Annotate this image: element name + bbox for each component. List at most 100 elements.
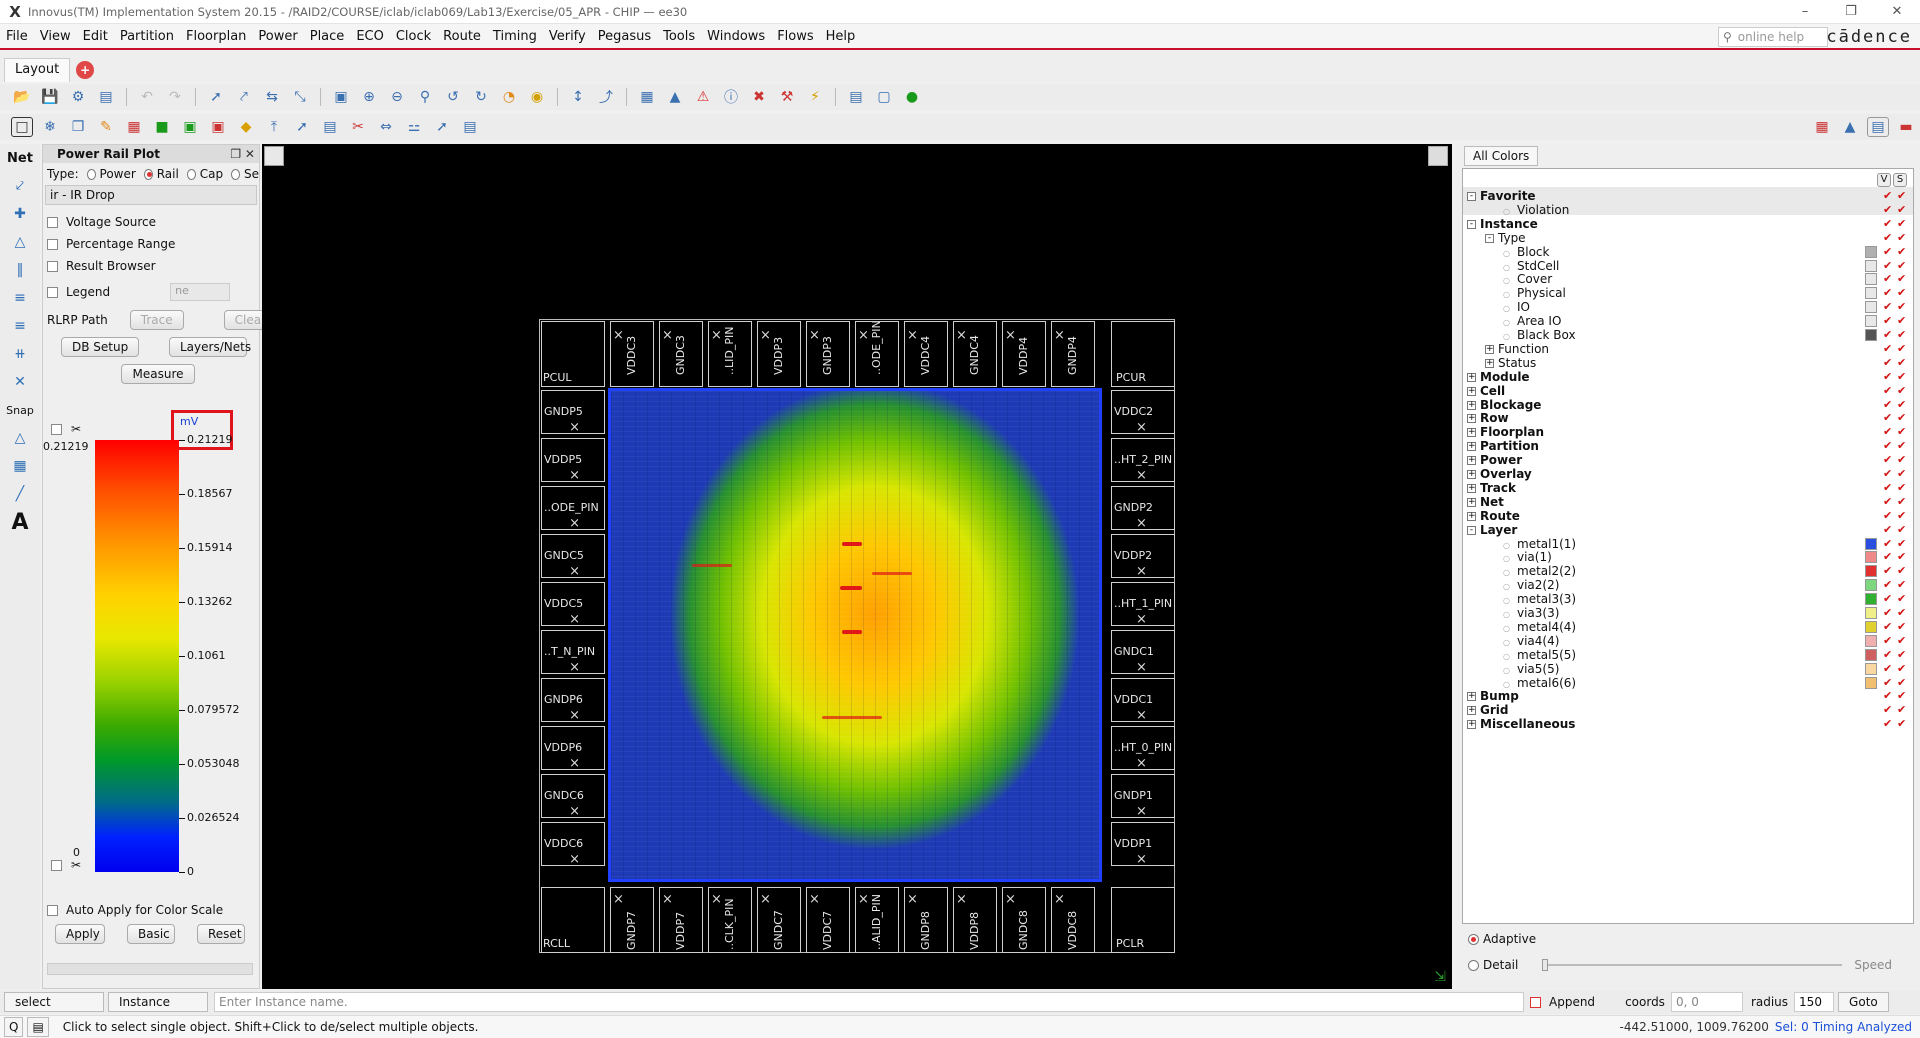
- visible-checkbox[interactable]: ✔: [1883, 301, 1893, 312]
- tree-item-metal3-3[interactable]: ○ metal3(3) ✔ ✔: [1463, 592, 1913, 606]
- layer-color-swatch[interactable]: [1865, 537, 1877, 550]
- tree-item-physical[interactable]: ○ Physical ✔ ✔: [1463, 286, 1913, 300]
- selectable-checkbox[interactable]: ✔: [1897, 273, 1907, 284]
- tree-item-route[interactable]: + Route ✔ ✔: [1463, 509, 1913, 523]
- menu-timing[interactable]: Timing: [487, 29, 543, 44]
- layer-color-swatch[interactable]: [1865, 329, 1877, 341]
- io-pad-left[interactable]: ..ODE_PIN ×: [541, 486, 605, 530]
- fill-icon[interactable]: ▤: [459, 117, 481, 137]
- save-icon[interactable]: 💾: [39, 87, 61, 107]
- visible-checkbox[interactable]: ✔: [1883, 704, 1893, 715]
- tree-item-overlay[interactable]: + Overlay ✔ ✔: [1463, 467, 1913, 481]
- type-rail-radio[interactable]: [143, 168, 153, 180]
- io-pad-top[interactable]: VDDC3 ×: [610, 321, 654, 387]
- visible-checkbox[interactable]: ✔: [1883, 593, 1893, 604]
- io-pad-top[interactable]: GNDP4 ×: [1051, 321, 1095, 387]
- canvas-resize-icon[interactable]: ⇲: [1434, 969, 1446, 985]
- io-pad-bottom[interactable]: VDDP8 ×: [953, 887, 997, 953]
- min-scissors-icon[interactable]: ✂: [71, 858, 81, 872]
- stretch-icon[interactable]: ⤡: [289, 87, 311, 107]
- undo-icon[interactable]: ↶: [136, 87, 158, 107]
- layout-canvas[interactable]: PCUL PCUR RCLL PCLR VDDC3 × GNDC3 × ..LID_PIN × VD…: [262, 144, 1452, 989]
- restore-icon[interactable]: ❐: [1828, 0, 1874, 24]
- notes-icon[interactable]: ▢: [873, 87, 895, 107]
- visible-checkbox[interactable]: ✔: [1883, 496, 1893, 507]
- option-voltage-source[interactable]: Voltage Source: [43, 211, 259, 233]
- block-icon[interactable]: ▣: [207, 117, 229, 137]
- selectable-checkbox[interactable]: ✔: [1897, 690, 1907, 701]
- menu-floorplan[interactable]: Floorplan: [180, 29, 252, 44]
- speed-slider[interactable]: [1542, 959, 1843, 971]
- tree-item-metal4-4[interactable]: ○ metal4(4) ✔ ✔: [1463, 620, 1913, 634]
- tree-item-function[interactable]: + Function ✔ ✔: [1463, 342, 1913, 356]
- tree-item-instance[interactable]: - Instance ✔ ✔: [1463, 217, 1913, 231]
- visible-checkbox[interactable]: ✔: [1883, 607, 1893, 618]
- expand-icon[interactable]: +: [1467, 428, 1476, 438]
- io-pad-left[interactable]: ..T_N_PIN ×: [541, 630, 605, 674]
- io-pad-top[interactable]: GNDC4 ×: [953, 321, 997, 387]
- menu-pegasus[interactable]: Pegasus: [592, 29, 657, 44]
- trace-button[interactable]: Trace: [129, 310, 184, 330]
- legend-checkbox[interactable]: [47, 286, 58, 298]
- type-cap-radio[interactable]: [186, 168, 196, 180]
- tree-item-partition[interactable]: + Partition ✔ ✔: [1463, 439, 1913, 453]
- selectable-checkbox[interactable]: ✔: [1897, 496, 1907, 507]
- visible-checkbox[interactable]: ✔: [1883, 273, 1893, 284]
- selectable-checkbox[interactable]: ✔: [1897, 551, 1907, 562]
- net-tool-icon[interactable]: ⤦: [0, 172, 40, 200]
- selectable-checkbox[interactable]: ✔: [1897, 649, 1907, 660]
- io-pad-right[interactable]: VDDP2 ×: [1111, 534, 1175, 578]
- expand-icon[interactable]: +: [1467, 483, 1476, 493]
- menu-eco[interactable]: ECO: [350, 29, 390, 44]
- io-pad-right[interactable]: GNDP1 ×: [1111, 774, 1175, 818]
- selectable-checkbox[interactable]: ✔: [1897, 440, 1907, 451]
- power-icon[interactable]: ⚡: [804, 87, 826, 107]
- expand-icon[interactable]: +: [1467, 442, 1476, 452]
- selectable-checkbox[interactable]: ✔: [1897, 510, 1907, 521]
- selectable-checkbox[interactable]: ✔: [1897, 538, 1907, 549]
- selectable-checkbox[interactable]: ✔: [1897, 315, 1907, 326]
- adaptive-option[interactable]: Adaptive: [1462, 928, 1914, 950]
- cursor-edit-icon[interactable]: ➚: [291, 117, 313, 137]
- hierarchy-icon[interactable]: ▲: [664, 87, 686, 107]
- expand-icon[interactable]: +: [1467, 692, 1476, 702]
- log-icon[interactable]: ▤: [27, 1017, 49, 1037]
- visible-checkbox[interactable]: ✔: [1883, 621, 1893, 632]
- stack-icon[interactable]: ≡: [0, 312, 40, 340]
- layer-color-swatch[interactable]: [1865, 620, 1877, 633]
- reset-button[interactable]: Reset: [197, 924, 245, 944]
- visible-checkbox[interactable]: ✔: [1883, 426, 1893, 437]
- selectable-checkbox[interactable]: ✔: [1897, 426, 1907, 437]
- io-pad-bottom[interactable]: VDDC7 ×: [806, 887, 850, 953]
- layer-color-swatch[interactable]: [1865, 315, 1877, 328]
- io-pad-left[interactable]: GNDP5 ×: [541, 390, 605, 434]
- io-pad-right[interactable]: GNDC1 ×: [1111, 630, 1175, 674]
- tree-item-favorite[interactable]: - Favorite ✔ ✔: [1463, 189, 1913, 203]
- visible-checkbox[interactable]: ✔: [1883, 412, 1893, 423]
- tree-item-module[interactable]: + Module ✔ ✔: [1463, 370, 1913, 384]
- expand-icon[interactable]: +: [1467, 511, 1476, 521]
- append-checkbox[interactable]: [1530, 996, 1541, 1008]
- text-cursor-icon[interactable]: ➚: [431, 117, 453, 137]
- cut-icon[interactable]: ✂: [347, 117, 369, 137]
- flip-icon[interactable]: ⇆: [261, 87, 283, 107]
- expand-icon[interactable]: +: [1467, 706, 1476, 716]
- selectable-checkbox[interactable]: ✔: [1897, 718, 1907, 729]
- selectable-toggle[interactable]: S: [1893, 173, 1907, 187]
- visible-checkbox[interactable]: ✔: [1883, 482, 1893, 493]
- io-pad-left[interactable]: VDDC6 ×: [541, 822, 605, 866]
- online-help-input[interactable]: online help: [1738, 30, 1804, 44]
- io-pad-bottom[interactable]: GNDP8 ×: [904, 887, 948, 953]
- io-pad-bottom[interactable]: GNDC8 ×: [1002, 887, 1046, 953]
- tree-item-via5-5[interactable]: ○ via5(5) ✔ ✔: [1463, 662, 1913, 676]
- visible-checkbox[interactable]: ✔: [1883, 635, 1893, 646]
- visible-checkbox[interactable]: ✔: [1883, 246, 1893, 257]
- ruler-icon[interactable]: ↕: [567, 87, 589, 107]
- tree-item-cover[interactable]: ○ Cover ✔ ✔: [1463, 272, 1913, 286]
- panel-scrollbar[interactable]: [47, 963, 253, 975]
- report-icon[interactable]: ▤: [845, 87, 867, 107]
- selectable-checkbox[interactable]: ✔: [1897, 579, 1907, 590]
- cell-icon[interactable]: ■: [151, 117, 173, 137]
- tree-item-stdcell[interactable]: ○ StdCell ✔ ✔: [1463, 259, 1913, 273]
- violation-icon[interactable]: ⚠: [692, 87, 714, 107]
